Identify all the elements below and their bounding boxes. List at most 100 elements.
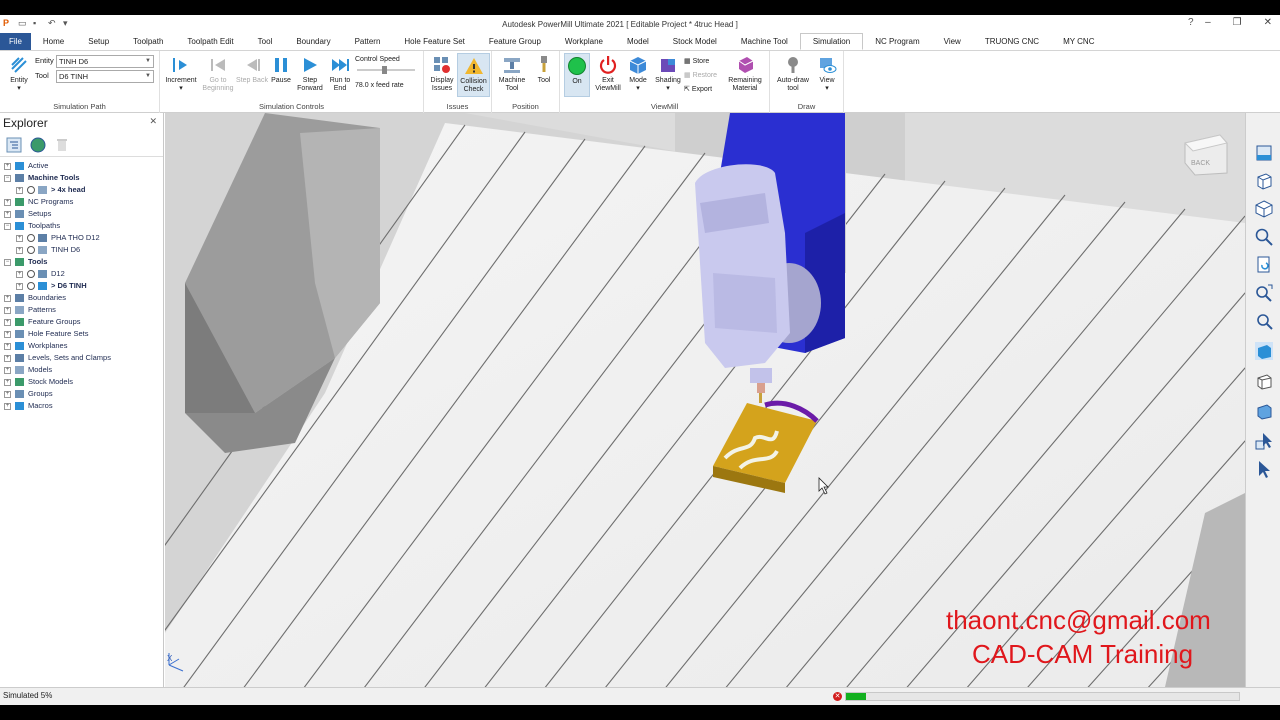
- tree-item[interactable]: + Patterns: [0, 304, 163, 316]
- expand-toggle-icon[interactable]: +: [16, 247, 23, 254]
- tree-item[interactable]: + Feature Groups: [0, 316, 163, 328]
- tree-item[interactable]: − Machine Tools: [0, 172, 163, 184]
- exit-viewmill-button[interactable]: Exit ViewMill: [592, 55, 624, 93]
- visibility-icon[interactable]: [27, 186, 35, 194]
- tab-stock-model[interactable]: Stock Model: [661, 33, 729, 50]
- tab-model[interactable]: Model: [615, 33, 661, 50]
- expand-toggle-icon[interactable]: −: [4, 175, 11, 182]
- draw-view-button[interactable]: View ▾: [814, 55, 840, 93]
- shaded-view-icon[interactable]: [1254, 341, 1274, 361]
- tab-home[interactable]: Home: [31, 33, 76, 50]
- refresh-view-icon[interactable]: [1254, 255, 1274, 275]
- shading-button[interactable]: Shading ▾: [652, 55, 684, 93]
- viewmill-on-button[interactable]: On: [564, 53, 590, 97]
- tab-toolpath[interactable]: Toolpath: [121, 33, 175, 50]
- tree-item[interactable]: − Tools: [0, 256, 163, 268]
- tree-item[interactable]: + Hole Feature Sets: [0, 328, 163, 340]
- expand-toggle-icon[interactable]: +: [4, 307, 11, 314]
- expand-toggle-icon[interactable]: +: [16, 271, 23, 278]
- pointer-icon[interactable]: [1254, 459, 1274, 479]
- tree-item[interactable]: + Models: [0, 364, 163, 376]
- restore-button[interactable]: ▦ Restore: [684, 69, 717, 83]
- tool-select[interactable]: D6 TINH ▼: [56, 70, 154, 83]
- collision-check-button[interactable]: Collision Check: [457, 53, 490, 97]
- tab-feature-group[interactable]: Feature Group: [477, 33, 553, 50]
- tree-item[interactable]: + Stock Models: [0, 376, 163, 388]
- tree-item[interactable]: + PHA THO D12: [0, 232, 163, 244]
- globe-icon[interactable]: [30, 137, 46, 153]
- tree-item[interactable]: + Groups: [0, 388, 163, 400]
- expand-toggle-icon[interactable]: +: [4, 199, 11, 206]
- tab-simulation[interactable]: Simulation: [799, 33, 864, 50]
- tree-item[interactable]: + TINH D6: [0, 244, 163, 256]
- tab-boundary[interactable]: Boundary: [284, 33, 342, 50]
- tab-nc-program[interactable]: NC Program: [863, 33, 931, 50]
- view-from-top-icon[interactable]: [1254, 143, 1274, 163]
- iso-view-icon[interactable]: [1254, 171, 1274, 191]
- machine-scene[interactable]: BACK X: [165, 113, 1245, 687]
- expand-toggle-icon[interactable]: +: [4, 163, 11, 170]
- expand-toggle-icon[interactable]: +: [4, 319, 11, 326]
- mode-button[interactable]: Mode ▾: [624, 55, 652, 93]
- speed-slider[interactable]: [357, 66, 415, 74]
- go-to-beginning-button[interactable]: Go to Beginning: [200, 55, 236, 93]
- tree-item[interactable]: + Setups: [0, 208, 163, 220]
- expand-toggle-icon[interactable]: +: [16, 235, 23, 242]
- entity-select[interactable]: TINH D6 ▼: [56, 55, 154, 68]
- expand-toggle-icon[interactable]: +: [4, 403, 11, 410]
- slider-thumb[interactable]: [382, 66, 387, 74]
- restore-icon[interactable]: ❐: [1233, 17, 1242, 28]
- expand-toggle-icon[interactable]: +: [4, 343, 11, 350]
- tab-tool[interactable]: Tool: [246, 33, 285, 50]
- select-arrow-icon[interactable]: [1254, 431, 1274, 451]
- zoom-icon[interactable]: [1254, 227, 1274, 247]
- tab-file[interactable]: File: [0, 33, 31, 50]
- increment-button[interactable]: Increment ▾: [162, 55, 200, 93]
- wireframe-view-icon[interactable]: [1254, 371, 1274, 391]
- tab-pattern[interactable]: Pattern: [343, 33, 393, 50]
- tab-toolpath-edit[interactable]: Toolpath Edit: [175, 33, 245, 50]
- auto-draw-tool-button[interactable]: Auto-draw tool: [773, 55, 813, 93]
- expand-toggle-icon[interactable]: +: [4, 331, 11, 338]
- tab-view[interactable]: View: [932, 33, 973, 50]
- tree-item[interactable]: + Workplanes: [0, 340, 163, 352]
- expand-toggle-icon[interactable]: −: [4, 223, 11, 230]
- step-back-button[interactable]: Step Back: [236, 55, 268, 85]
- expand-toggle-icon[interactable]: −: [4, 259, 11, 266]
- tab-workplane[interactable]: Workplane: [553, 33, 615, 50]
- delete-icon[interactable]: [54, 137, 70, 153]
- stop-icon[interactable]: ✕: [833, 692, 842, 701]
- visibility-icon[interactable]: [27, 246, 35, 254]
- visibility-icon[interactable]: [27, 270, 35, 278]
- tab-machine-tool[interactable]: Machine Tool: [729, 33, 800, 50]
- expand-toggle-icon[interactable]: +: [4, 379, 11, 386]
- solid-view-icon[interactable]: [1254, 401, 1274, 421]
- pause-button[interactable]: Pause: [268, 55, 294, 85]
- expand-toggle-icon[interactable]: +: [4, 355, 11, 362]
- zoom-to-fit-icon[interactable]: [1254, 283, 1274, 303]
- expand-toggle-icon[interactable]: +: [4, 295, 11, 302]
- help-icon[interactable]: ?: [1188, 17, 1194, 28]
- close-icon[interactable]: ✕: [149, 116, 157, 127]
- tree-item[interactable]: + > 4x head: [0, 184, 163, 196]
- tab-hole-feature-set[interactable]: Hole Feature Set: [392, 33, 476, 50]
- tool-position-button[interactable]: Tool: [532, 55, 556, 85]
- visibility-icon[interactable]: [27, 282, 35, 290]
- run-to-end-button[interactable]: Run to End: [326, 55, 354, 93]
- expand-toggle-icon[interactable]: +: [16, 187, 23, 194]
- tree-item[interactable]: + Levels, Sets and Clamps: [0, 352, 163, 364]
- machine-tool-button[interactable]: Machine Tool: [494, 55, 530, 93]
- tab-my-cnc[interactable]: MY CNC: [1051, 33, 1106, 50]
- expand-toggle-icon[interactable]: +: [4, 367, 11, 374]
- expand-toggle-icon[interactable]: +: [4, 391, 11, 398]
- entity-button[interactable]: Entity ▾: [4, 55, 34, 93]
- visibility-icon[interactable]: [27, 234, 35, 242]
- iso-view-2-icon[interactable]: [1254, 199, 1274, 219]
- step-forward-button[interactable]: Step Forward: [294, 55, 326, 93]
- zoom-box-icon[interactable]: [1254, 311, 1274, 331]
- tab-truong-cnc[interactable]: TRUONG CNC: [973, 33, 1051, 50]
- close-icon[interactable]: ✕: [1264, 17, 1272, 28]
- viewmill-viewport[interactable]: BACK X thaont.cnc@gmail.com CAD-CAM Trai…: [165, 113, 1245, 687]
- tree-item[interactable]: + Boundaries: [0, 292, 163, 304]
- tree-item[interactable]: + Active: [0, 160, 163, 172]
